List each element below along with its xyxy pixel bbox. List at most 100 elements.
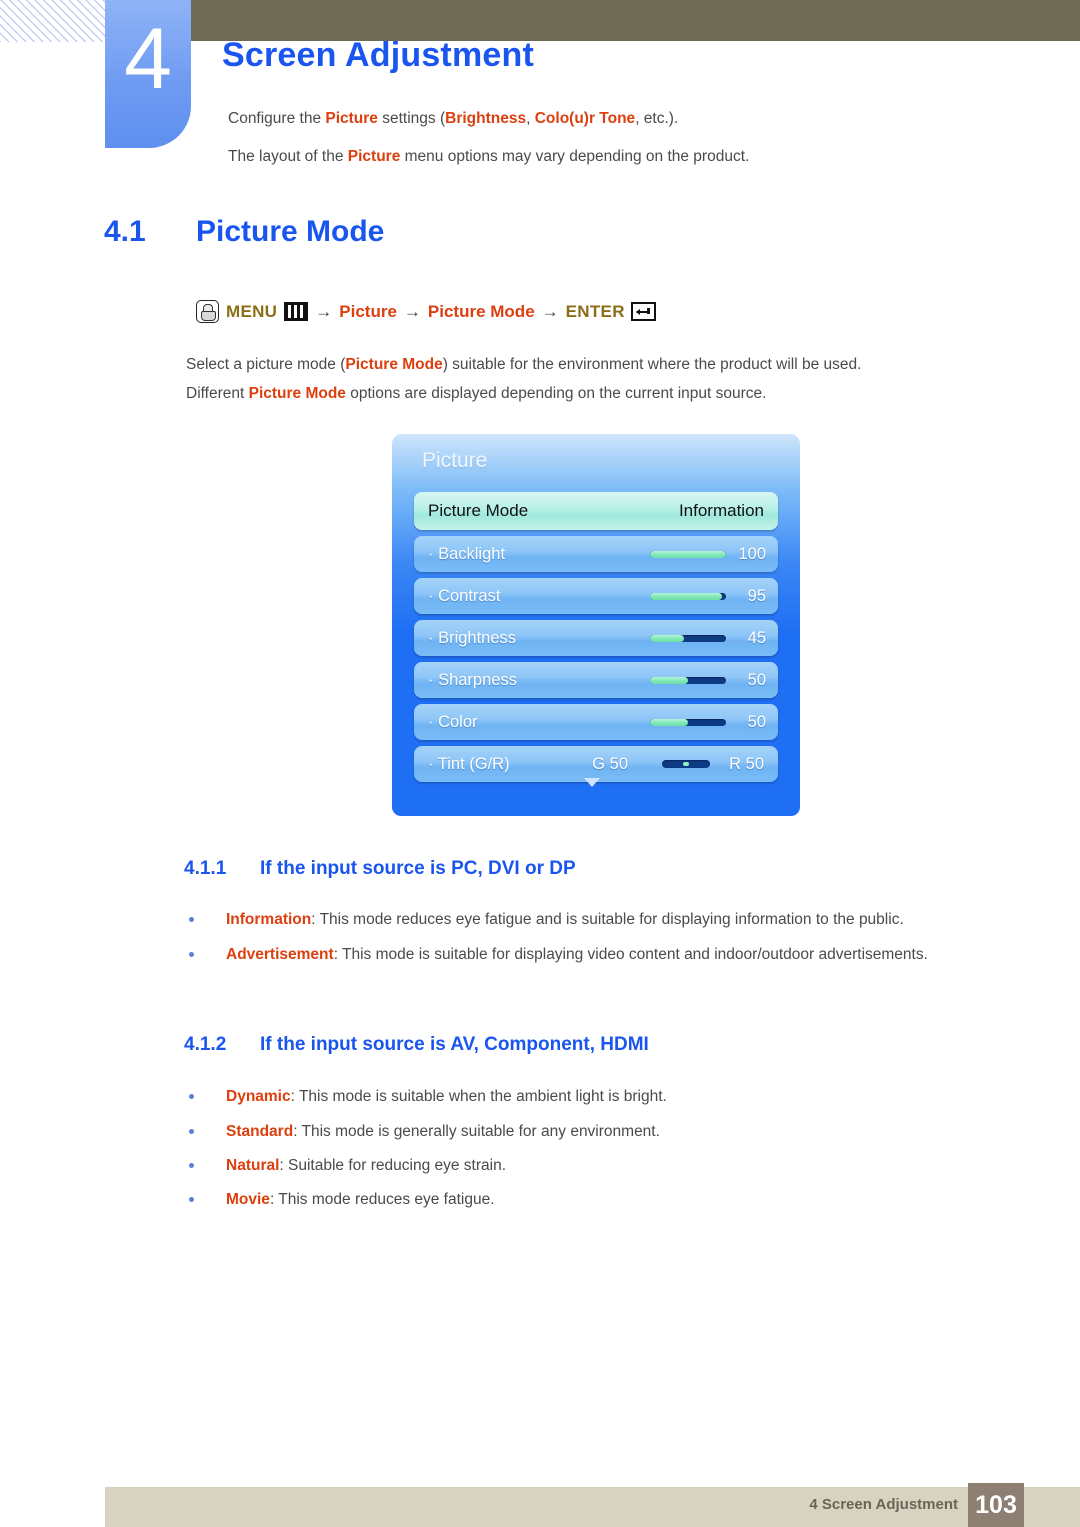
osd-slider-fill <box>650 634 685 642</box>
intro1-kw-colortone: Colo(u)r Tone <box>534 110 636 127</box>
paragraph-2: Different Picture Mode options are displ… <box>186 383 766 405</box>
section-number: 4.1 <box>104 215 146 248</box>
osd-slider-value: 95 <box>747 586 766 605</box>
osd-row-brightness[interactable]: · Brightness 45 <box>414 620 778 656</box>
menu-bars-icon <box>284 302 309 321</box>
intro1-kw-picture: Picture <box>325 110 378 127</box>
chapter-intro-line-2: The layout of the Picture menu options m… <box>228 146 749 168</box>
subsection-heading-412: 4.1.2 If the input source is AV, Componen… <box>184 1034 649 1056</box>
osd-slider-value: 45 <box>747 628 766 647</box>
osd-row-label: · Brightness <box>428 628 517 647</box>
osd-row-label: Picture Mode <box>428 501 529 520</box>
intro1-sep: , <box>526 110 535 127</box>
decorative-stripes <box>0 0 110 42</box>
osd-tint-slider[interactable] <box>662 760 710 768</box>
subsection-title-412: If the input source is AV, Component, HD… <box>260 1034 649 1055</box>
list-item: Advertisement: This mode is suitable for… <box>186 943 1016 966</box>
osd-slider-value: 50 <box>747 670 766 689</box>
list-item: Standard: This mode is generally suitabl… <box>186 1120 1016 1143</box>
chevron-down-icon[interactable] <box>392 774 800 792</box>
chapter-title: Screen Adjustment <box>222 36 534 74</box>
osd-row-label: · Sharpness <box>428 670 517 689</box>
menu-path: MENU → Picture → Picture Mode → ENTER <box>196 300 656 323</box>
list-item: Natural: Suitable for reducing eye strai… <box>186 1154 1016 1177</box>
chapter-tab: 4 <box>105 0 191 148</box>
osd-row-label: · Backlight <box>428 544 506 563</box>
path-step-picture: Picture <box>339 301 397 321</box>
header-olive-bar <box>110 0 1080 41</box>
path-arrow-3: → <box>541 301 559 321</box>
osd-slider-fill <box>650 592 723 600</box>
osd-title: Picture <box>422 449 488 472</box>
intro1-kw-brightness: Brightness <box>445 110 527 127</box>
osd-row-contrast[interactable]: · Contrast 95 <box>414 578 778 614</box>
intro1-pre: Configure the <box>228 110 326 127</box>
osd-slider[interactable] <box>650 550 726 558</box>
osd-row-color[interactable]: · Color 50 <box>414 704 778 740</box>
subsection-title-411: If the input source is PC, DVI or DP <box>260 858 576 879</box>
bullet-keyword: Movie <box>226 1191 270 1208</box>
osd-row-label: · Contrast <box>428 586 501 605</box>
osd-slider[interactable] <box>650 592 726 600</box>
osd-slider[interactable] <box>650 676 726 684</box>
bullet-text: : This mode is generally suitable for an… <box>293 1123 660 1140</box>
list-item: Dynamic: This mode is suitable when the … <box>186 1085 1016 1108</box>
osd-slider-fill <box>650 550 726 558</box>
osd-tint-green-value: G 50 <box>592 754 628 773</box>
footer-chapter-label: 4 Screen Adjustment <box>809 1496 958 1513</box>
osd-row-list: Picture Mode Information · Backlight 100 · C… <box>414 492 778 788</box>
osd-slider-value: 50 <box>747 712 766 731</box>
osd-slider-fill <box>650 676 688 684</box>
list-item: Movie: This mode reduces eye fatigue. <box>186 1188 1016 1211</box>
page-number: 103 <box>968 1483 1024 1527</box>
p2-pre: Different <box>186 385 249 402</box>
intro2-post: menu options may vary depending on the p… <box>400 148 750 165</box>
menu-label: MENU <box>226 301 278 321</box>
osd-row-label: · Color <box>428 712 478 731</box>
bullet-keyword: Standard <box>226 1123 294 1140</box>
osd-tint-knob <box>683 762 689 766</box>
osd-slider-value: 100 <box>738 544 766 563</box>
osd-slider-fill <box>650 718 688 726</box>
osd-row-label: · Tint (G/R) <box>428 754 510 773</box>
subsection-number-411: 4.1.1 <box>184 858 227 879</box>
osd-row-picture-mode[interactable]: Picture Mode Information <box>414 492 778 530</box>
list-item: Information: This mode reduces eye fatig… <box>186 908 1016 931</box>
subsection-number-412: 4.1.2 <box>184 1034 227 1055</box>
bullet-text: : This mode is suitable for displaying v… <box>333 946 928 963</box>
osd-tint-red-value: R 50 <box>729 754 764 773</box>
intro2-kw-picture: Picture <box>347 148 401 165</box>
p2-kw: Picture Mode <box>248 385 346 402</box>
intro2-pre: The layout of the <box>228 148 348 165</box>
bullet-text: : Suitable for reducing eye strain. <box>279 1157 507 1174</box>
osd-row-sharpness[interactable]: · Sharpness 50 <box>414 662 778 698</box>
bullet-keyword: Natural <box>226 1157 280 1174</box>
p1-post: ) suitable for the environment where the… <box>442 356 862 373</box>
intro1-mid: settings ( <box>377 110 446 127</box>
bullet-keyword: Advertisement <box>226 946 334 963</box>
p1-kw: Picture Mode <box>345 356 443 373</box>
section-title: Picture Mode <box>196 215 385 248</box>
subsection-heading-411: 4.1.1 If the input source is PC, DVI or D… <box>184 858 576 880</box>
hand-press-icon <box>196 300 219 323</box>
path-arrow-1: → <box>315 301 333 321</box>
osd-picture-menu: Picture Picture Mode Information · Backlig… <box>392 434 800 816</box>
path-arrow-2: → <box>403 301 421 321</box>
bullet-keyword: Information <box>226 911 312 928</box>
p1-pre: Select a picture mode ( <box>186 356 346 373</box>
enter-label: ENTER <box>565 301 625 321</box>
enter-key-icon <box>630 302 656 321</box>
osd-slider[interactable] <box>650 634 726 642</box>
paragraph-1: Select a picture mode (Picture Mode) sui… <box>186 354 861 376</box>
section-heading: 4.1 Picture Mode <box>104 215 384 249</box>
path-step-picture-mode: Picture Mode <box>427 301 535 321</box>
osd-slider[interactable] <box>650 718 726 726</box>
osd-row-backlight[interactable]: · Backlight 100 <box>414 536 778 572</box>
bullet-text: : This mode reduces eye fatigue. <box>269 1191 495 1208</box>
intro1-post: , etc.). <box>635 110 679 127</box>
p2-post: options are displayed depending on the c… <box>345 385 767 402</box>
bullet-text: : This mode is suitable when the ambient… <box>290 1088 667 1105</box>
bullet-text: : This mode reduces eye fatigue and is s… <box>311 911 904 928</box>
chapter-number: 4 <box>124 11 172 107</box>
bullet-keyword: Dynamic <box>226 1088 291 1105</box>
